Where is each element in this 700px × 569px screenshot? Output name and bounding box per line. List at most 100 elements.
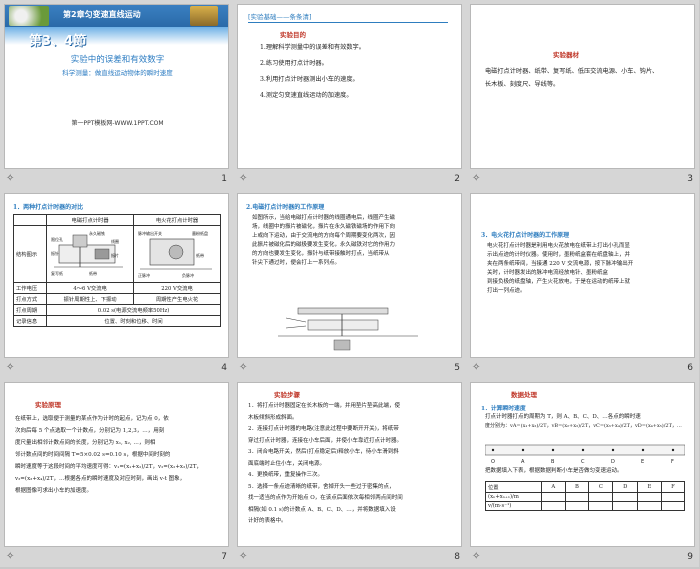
slide-number: 3 (687, 174, 693, 184)
text-line: 电火花打点计时器是利用电火花放电在纸带上打出小孔而显 (487, 243, 631, 249)
table-header: C (588, 481, 614, 493)
electromagnetic-timer-figure (278, 307, 418, 351)
row-label: 打点周期 (12, 304, 48, 316)
table-cell[interactable] (541, 492, 566, 502)
tape-label: F (671, 459, 674, 465)
tape-label: O (491, 459, 495, 465)
transition-star-icon[interactable]: ✧ (239, 173, 251, 185)
table-cell: 振针周期性上、下振动 (46, 293, 135, 305)
table-cell[interactable] (588, 501, 614, 511)
table-cell[interactable] (660, 501, 686, 511)
table-cell[interactable] (588, 492, 614, 502)
text-line: 到接负极的纸盘轴，产生火花放电，于是在运动的纸带上就 (487, 279, 631, 285)
slide-4-canvas: 1．两种打点计时器的对比 电磁打点计时器 电火花打点计时器 结构图示 限位孔 永… (4, 193, 229, 358)
chapter-title: 第2章匀变速直线运动 (63, 10, 141, 19)
transition-star-icon[interactable]: ✧ (472, 551, 484, 563)
text-line: 瞬时速度等于这段时间的平均速度可得：v₁=(x₁+x₂)/2T，v₂=(x₂+x… (15, 464, 202, 470)
transition-star-icon[interactable]: ✧ (472, 362, 484, 374)
slide-thumbnail-5[interactable]: 2.电磁打点计时器的工作原理 如图所示，当给电磁打点计时器的线圈通电后，线圈产生… (233, 189, 466, 378)
slide-8-footer: ✧ 8 (233, 548, 466, 566)
slide-5-canvas: 2.电磁打点计时器的工作原理 如图所示，当给电磁打点计时器的线圈通电后，线圈产生… (237, 193, 462, 358)
row-label: 工作电压 (12, 282, 48, 294)
diagram-label: 振片 (111, 252, 119, 258)
tape-dot (581, 448, 585, 452)
text-line: 针尖下通过时，便会打上一系列点。 (252, 260, 341, 266)
slide-number: 7 (221, 552, 227, 562)
table-cell[interactable] (637, 501, 662, 511)
slide-number: 9 (687, 552, 693, 562)
text-line: 电磁打点计时器、纸带、复写纸、低压交流电源、小车、钩片、 (485, 68, 659, 75)
tape-label: E (641, 459, 644, 465)
tape-label: D (611, 459, 615, 465)
slide-thumbnail-7[interactable]: 实验原理 在纸带上，选取便于测量的某点作为计时的起点，记为点 0，依 次向后每 … (0, 378, 233, 567)
row-label: 结构图示 (12, 225, 48, 283)
transition-star-icon[interactable]: ✧ (472, 173, 484, 185)
slide-thumbnail-4[interactable]: 1．两种打点计时器的对比 电磁打点计时器 电火花打点计时器 结构图示 限位孔 永… (0, 189, 233, 378)
slide-8-canvas: 实验步骤 1．将打点计时器固定在长木板的一端，并用垫片垫高此端，使 木板倾斜形成… (237, 382, 462, 547)
transition-star-icon[interactable]: ✧ (6, 173, 18, 185)
slide-subheading: 1．计算瞬时速度 (481, 406, 526, 412)
list-item: 相隔(如 0.1 s)的计数点 A、B、C、D、…，并将数据填入设 (248, 506, 396, 513)
equipment-text: 电磁打点计时器、纸带、复写纸、低压交流电源、小车、钩片、 长木板、刻度尺、导线等… (485, 67, 690, 90)
table-cell[interactable] (637, 492, 662, 502)
tape-dot (491, 448, 495, 452)
table-cell[interactable] (541, 501, 566, 511)
tape-dot (641, 448, 645, 452)
slide-9-footer: ✧ 9 (466, 548, 699, 566)
list-item: 穿过打点计时器，连接在小车后面，并使小车靠近打点计时器。 (248, 437, 403, 444)
row-label: 记录信息 (12, 315, 48, 327)
table-cell[interactable] (612, 492, 639, 502)
slide-7-footer: ✧ 7 (0, 548, 233, 566)
text-line: 打出一列点迹。 (487, 288, 526, 294)
text-line: 如图所示，当给电磁打点计时器的线圈通电后，线圈产生磁 (252, 215, 396, 221)
list-item: 木板倾斜形成斜面。 (248, 414, 298, 421)
table-header: 电磁打点计时器 (46, 214, 135, 226)
row-label: (xₙ+xₙ₊₁)/m (485, 492, 542, 502)
text-line: 示出点迹的计时仪器。使用时，墨粉纸盒套在纸盘轴上，并 (487, 252, 631, 258)
tape-dot (521, 448, 525, 452)
slide-thumbnail-1[interactable]: 第2章匀变速直线运动 第3、4節 实验中的误差和有效数字 科学测量：做直线运动物… (0, 0, 233, 189)
diagram-label: 纸带 (196, 252, 204, 258)
slide-thumbnail-8[interactable]: 实验步骤 1．将打点计时器固定在长木板的一端，并用垫片垫高此端，使 木板倾斜形成… (233, 378, 466, 567)
slide-number: 8 (454, 552, 460, 562)
list-item: 计好的表格中。 (248, 518, 287, 524)
experiment-principle-text: 在纸带上，选取便于测量的某点作为计时的起点，记为点 0，依 次向后每 5 个点选… (15, 413, 225, 497)
transition-star-icon[interactable]: ✧ (239, 551, 251, 563)
text-line: 此振片被磁化后的磁极要发生变化，永久磁铁对它的作用力 (252, 242, 396, 248)
slide-2-canvas: [实验基础——条条清] 实验目的 1.理解科学测量中的误差和有效数字。 2.练习… (237, 4, 462, 169)
transition-star-icon[interactable]: ✧ (6, 362, 18, 374)
text-line: 场，线圈中的振片被磁化，振片在永久磁铁磁场的作用下向 (252, 224, 396, 230)
main-title: 实验中的误差和有效数字 (70, 55, 165, 65)
slide-heading: 1．两种打点计时器的对比 (13, 204, 84, 211)
list-item: 4．更换纸带，重复操作三次。 (248, 472, 324, 478)
spark-principle-text: 电火花打点计时器是利用电火花放电在纸带上打出小孔而显 示出点迹的计时仪器。使用时… (487, 242, 691, 296)
transition-star-icon[interactable]: ✧ (6, 551, 18, 563)
slide-thumbnail-9[interactable]: 数据处理 1．计算瞬时速度 打点计时器打点的周期为 T，则 A、B、C、D、…各… (466, 378, 699, 567)
table-cell[interactable] (564, 501, 590, 511)
text-line: 在纸带上，选取便于测量的某点作为计时的起点，记为点 0，依 (15, 416, 169, 422)
table-corner (12, 214, 48, 226)
text-line: 的方向也要发生变化，振针与纸带接触时打点，当纸带从 (252, 251, 390, 257)
diagram-label: 负脉冲 (182, 272, 194, 278)
table-cell[interactable] (612, 501, 639, 511)
transition-star-icon[interactable]: ✧ (239, 362, 251, 374)
text-line: 次向后每 5 个点选取一个计数点，分别记为 1,2,3，…，用刻 (15, 428, 165, 434)
velocity-table: 位置 A B C D E F (xₙ+xₙ₊₁)/m v/(m·s⁻¹) (485, 481, 686, 511)
list-item: 4.测定匀变速直线运动的加速度。 (260, 92, 353, 99)
spark-diagram-cell: 脉冲输出开关 墨粉纸盘 纸带 正脉冲 负脉冲 (133, 225, 221, 283)
slide-6-canvas: 3．电火花打点计时器的工作原理 电火花打点计时器是利用电火花放电在纸带上打出小孔… (470, 193, 695, 358)
slide-number: 6 (687, 363, 693, 373)
footer-credit: 第一PPT模板网-WWW.1PPT.COM (71, 120, 164, 127)
slide-heading: 2.电磁打点计时器的工作原理 (246, 204, 325, 211)
slide-thumbnail-3[interactable]: 实验器材 电磁打点计时器、纸带、复写纸、低压交流电源、小车、钩片、 长木板、刻度… (466, 0, 699, 189)
table-cell[interactable] (564, 492, 590, 502)
slide-heading: 数据处理 (511, 391, 537, 399)
slide-thumbnail-6[interactable]: 3．电火花打点计时器的工作原理 电火花打点计时器是利用电火花放电在纸带上打出小孔… (466, 189, 699, 378)
slide-thumbnail-2[interactable]: [实验基础——条条清] 实验目的 1.理解科学测量中的误差和有效数字。 2.练习… (233, 0, 466, 189)
table-cell[interactable] (660, 492, 686, 502)
diagram-label: 墨粉纸盘 (192, 230, 208, 236)
table-header: F (660, 481, 686, 493)
text-line: 关时，计时器发出的脉冲电流经放电针、墨粉纸盒 (487, 270, 609, 276)
diagram-label: 永久磁铁 (89, 230, 105, 236)
text-line: 邻计数点间的时间间隔 T=5×0.02 s=0.10 s，根据中间时刻的 (15, 452, 171, 458)
